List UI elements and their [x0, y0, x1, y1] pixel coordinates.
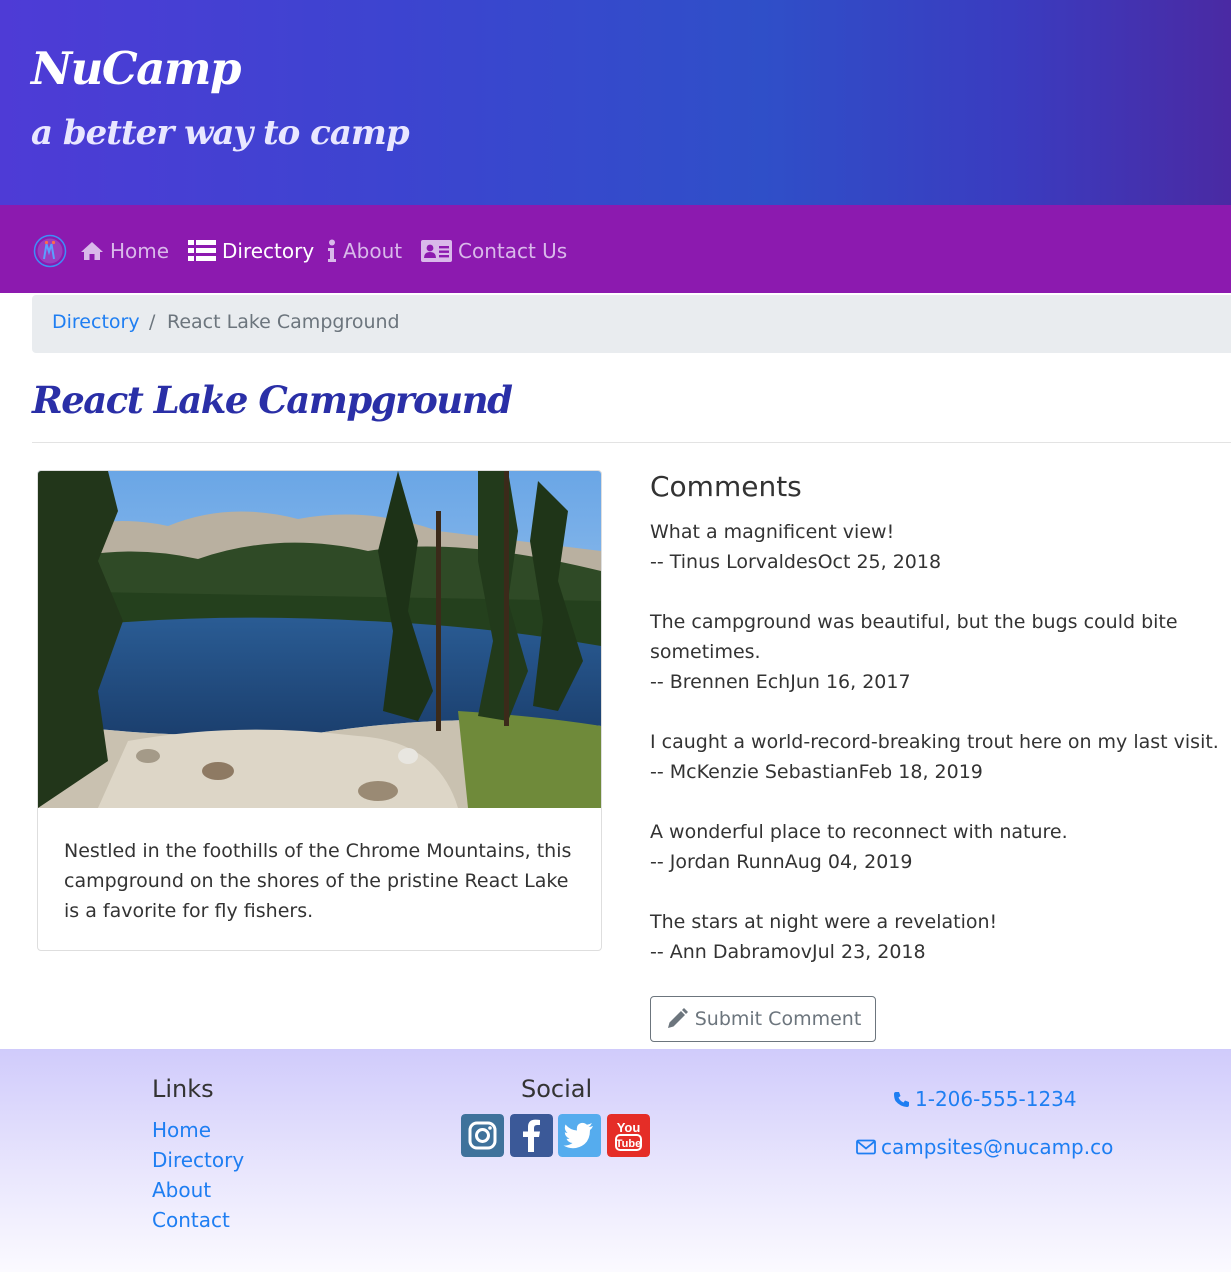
address-card-icon	[421, 240, 452, 262]
facebook-icon[interactable]	[510, 1114, 553, 1157]
comment-text: The campground was beautiful, but the bu…	[650, 611, 1178, 663]
campsite-image	[38, 471, 601, 808]
pencil-icon	[667, 1008, 688, 1028]
comment-attribution: -- Tinus LorvaldesOct 25, 2018	[650, 551, 942, 573]
footer-social-heading: Social	[521, 1075, 593, 1103]
instagram-icon[interactable]	[461, 1114, 504, 1157]
breadcrumb: Directory / React Lake Campground	[32, 295, 1231, 353]
campsite-description: Nestled in the foothills of the Chrome M…	[64, 840, 572, 922]
comment-text: What a magnificent view!	[650, 521, 895, 543]
comment-item: The campground was beautiful, but the bu…	[650, 607, 1225, 697]
footer-phone-link[interactable]: 1-206-555-1234	[893, 1087, 1077, 1111]
comment-text: A wonderful place to reconnect with natu…	[650, 821, 1068, 843]
comment-list: What a magnificent view! -- Tinus Lorval…	[650, 517, 1225, 997]
comment-text: The stars at night were a revelation!	[650, 911, 998, 933]
comment-item: What a magnificent view! -- Tinus Lorval…	[650, 517, 1225, 577]
footer-link-contact[interactable]: Contact	[152, 1205, 244, 1235]
home-icon	[81, 242, 103, 260]
campsite-card: Nestled in the foothills of the Chrome M…	[37, 470, 602, 951]
nav-contact-label: Contact Us	[458, 239, 568, 263]
footer: Links Home Directory About Contact Socia…	[0, 1049, 1231, 1272]
nav-about-label: About	[343, 239, 403, 263]
breadcrumb-directory-link[interactable]: Directory	[52, 311, 140, 333]
envelope-icon	[856, 1139, 876, 1155]
twitter-icon[interactable]	[558, 1114, 601, 1157]
comment-text: I caught a world-record-breaking trout h…	[650, 731, 1219, 753]
navbar: Home Directory About Contact Us	[0, 205, 1231, 293]
comment-attribution: -- Jordan RunnAug 04, 2019	[650, 851, 913, 873]
footer-links-heading: Links	[152, 1075, 214, 1103]
comment-attribution: -- Ann DabramovJul 23, 2018	[650, 941, 926, 963]
submit-comment-label: Submit Comment	[694, 1008, 862, 1030]
comment-item: The stars at night were a revelation! --…	[650, 907, 1225, 967]
list-icon	[188, 240, 216, 261]
title-divider	[32, 442, 1231, 443]
jumbotron: NuCamp a better way to camp	[0, 0, 1231, 205]
nucamp-logo-icon[interactable]	[33, 234, 67, 268]
footer-phone-text: 1-206-555-1234	[915, 1087, 1077, 1111]
footer-link-home[interactable]: Home	[152, 1115, 244, 1145]
svg-text:You: You	[617, 1120, 641, 1135]
breadcrumb-current: React Lake Campground	[167, 311, 400, 333]
footer-email-text: campsites@nucamp.co	[881, 1135, 1114, 1159]
comment-item: A wonderful place to reconnect with natu…	[650, 817, 1225, 877]
submit-comment-button[interactable]: Submit Comment	[650, 996, 876, 1042]
comments-heading: Comments	[650, 470, 802, 503]
youtube-icon[interactable]: You Tube	[607, 1114, 650, 1157]
svg-text:Tube: Tube	[616, 1138, 641, 1150]
nav-home[interactable]: Home	[80, 235, 169, 267]
brand-title: NuCamp	[31, 42, 241, 95]
footer-email-link[interactable]: campsites@nucamp.co	[856, 1135, 1113, 1159]
nav-home-label: Home	[110, 239, 170, 263]
phone-icon	[894, 1091, 909, 1107]
nav-directory[interactable]: Directory	[188, 235, 314, 267]
page-title: React Lake Campground	[32, 378, 513, 422]
comment-attribution: -- Brennen EchJun 16, 2017	[650, 671, 911, 693]
breadcrumb-separator: /	[149, 311, 156, 333]
nav-directory-label: Directory	[222, 239, 315, 263]
nav-about[interactable]: About	[327, 235, 402, 267]
info-icon	[328, 239, 336, 262]
footer-links: Home Directory About Contact	[152, 1115, 244, 1235]
footer-link-directory[interactable]: Directory	[152, 1145, 244, 1175]
brand-tagline: a better way to camp	[31, 113, 410, 153]
comment-item: I caught a world-record-breaking trout h…	[650, 727, 1225, 787]
comment-attribution: -- McKenzie SebastianFeb 18, 2019	[650, 761, 983, 783]
nav-contact[interactable]: Contact Us	[421, 235, 567, 267]
footer-link-about[interactable]: About	[152, 1175, 244, 1205]
